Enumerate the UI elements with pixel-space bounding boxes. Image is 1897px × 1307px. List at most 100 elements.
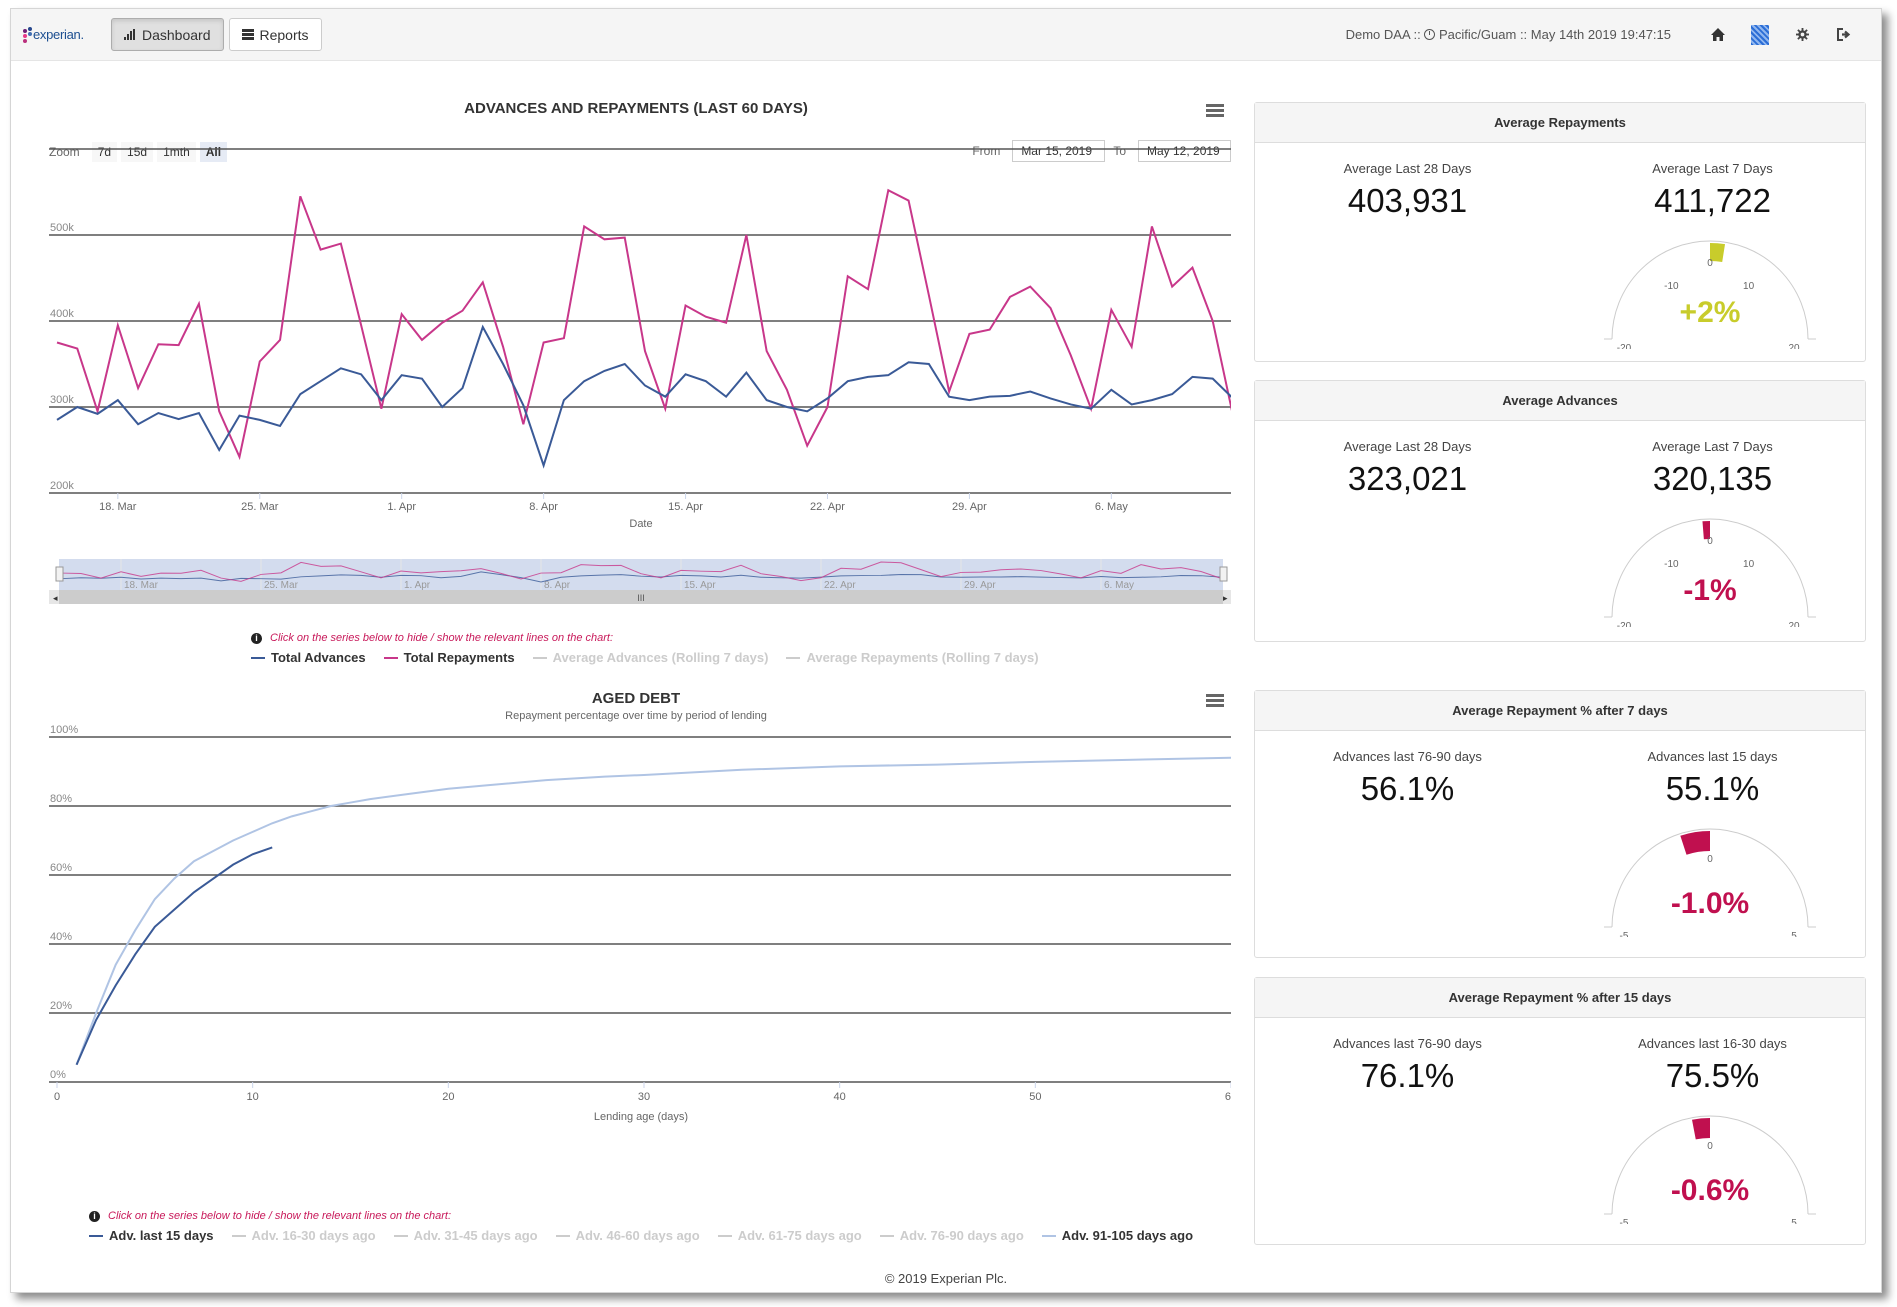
panel-average-advances: Average Advances Average Last 28 Days 323,… xyxy=(1254,380,1866,642)
legend-item[interactable]: Average Advances (Rolling 7 days) xyxy=(532,650,769,665)
stat-right-label: Average Last 7 Days xyxy=(1652,439,1773,454)
navigator-handle-right[interactable] xyxy=(1219,566,1228,582)
legend-item[interactable]: Adv. 16-30 days ago xyxy=(231,1228,376,1243)
stat-left: Average Last 28 Days 403,931 xyxy=(1255,161,1560,220)
y-tick-label: 100% xyxy=(50,724,78,736)
x-tick-label: 50 xyxy=(1029,1091,1041,1103)
home-icon[interactable] xyxy=(1709,26,1727,44)
legend-label: Average Repayments (Rolling 7 days) xyxy=(806,650,1039,665)
legend-swatch-icon xyxy=(1041,1234,1056,1237)
tab-reports[interactable]: Reports xyxy=(228,18,322,51)
x-tick-label: 20 xyxy=(442,1091,454,1103)
legend-item[interactable]: Average Repayments (Rolling 7 days) xyxy=(786,650,1039,665)
x-tick-label: 0 xyxy=(54,1091,60,1103)
gauge-tick-label: -10 xyxy=(1664,559,1679,570)
legend-item[interactable]: Adv. last 15 days xyxy=(89,1228,214,1243)
panel-repayment-after-15-days: Average Repayment % after 15 days Advance… xyxy=(1254,977,1866,1245)
account-name: Demo DAA :: xyxy=(1345,27,1421,42)
gauge-tick-label: 20 xyxy=(1788,621,1800,627)
change-gauge: -20 -10 0 10 20 -1% xyxy=(1604,518,1816,627)
panel-title: Average Repayment % after 15 days xyxy=(1255,978,1865,1018)
stat-left-label: Advances last 76-90 days xyxy=(1333,749,1482,764)
legend-swatch-icon xyxy=(383,656,398,659)
y-tick-label: 40% xyxy=(50,931,72,943)
stat-left-value: 56.1% xyxy=(1360,770,1455,807)
advances-legend-hint: i Click on the series below to hide / sh… xyxy=(251,632,613,644)
legend-item[interactable]: Adv. 76-90 days ago xyxy=(879,1228,1024,1243)
scrollbar-grip-icon: III xyxy=(637,593,645,603)
stat-right: Average Last 7 Days 320,135 xyxy=(1560,439,1865,498)
advances-legend: Total Advances Total Repayments Average Ad… xyxy=(251,650,1057,665)
stat-right: Advances last 16-30 days 75.5% xyxy=(1560,1036,1865,1095)
tab-dashboard[interactable]: Dashboard xyxy=(111,18,224,51)
panel-body: Average Last 28 Days 403,931 Average Last … xyxy=(1255,143,1865,401)
change-gauge: -20 -10 0 10 20 +2% xyxy=(1604,240,1816,349)
clock-icon xyxy=(1424,29,1436,40)
bar-chart-icon xyxy=(124,29,135,40)
legend-label: Total Repayments xyxy=(403,650,515,665)
footer-copyright: © 2019 Experian Plc. xyxy=(884,1271,1008,1286)
gauge-tick-label: 20 xyxy=(1788,343,1800,349)
navbar: experian. Dashboard Reports Demo DAA :: … xyxy=(11,9,1881,61)
scroll-left-arrow-icon[interactable]: ◂ xyxy=(53,593,58,603)
navigator-tick-label: 18. Mar xyxy=(124,580,159,591)
series-line-total-repayments[interactable] xyxy=(56,188,1231,461)
x-tick-label: 18. Mar xyxy=(99,501,137,513)
sign-out-icon[interactable] xyxy=(1835,26,1853,44)
gauge-tick-label: 5 xyxy=(1791,1218,1797,1224)
series-line-adv-last-15-days[interactable] xyxy=(75,846,273,1066)
stat-right-value: 320,135 xyxy=(1652,460,1773,497)
legend-item[interactable]: Adv. 46-60 days ago xyxy=(555,1228,700,1243)
legend-swatch-icon xyxy=(89,1234,103,1237)
panel-repayment-after-7-days: Average Repayment % after 7 days Advances… xyxy=(1254,690,1866,958)
legend-item[interactable]: Adv. 31-45 days ago xyxy=(393,1228,538,1243)
legend-swatch-icon xyxy=(393,1234,408,1237)
legend-item[interactable]: Adv. 91-105 days ago xyxy=(1041,1228,1193,1243)
experian-logo[interactable]: experian. xyxy=(23,26,103,43)
gauge-tick-label: -20 xyxy=(1617,343,1632,349)
scroll-right-arrow-icon[interactable]: ▸ xyxy=(1223,593,1228,603)
x-tick-label: 6. May xyxy=(1095,501,1129,513)
stat-left-value: 403,931 xyxy=(1347,182,1468,219)
navigator-tick-label: 1. Apr xyxy=(404,580,431,591)
change-gauge: -5 0 5 -1.0% xyxy=(1604,828,1816,937)
gear-icon[interactable] xyxy=(1793,26,1811,44)
stat-left-value: 76.1% xyxy=(1360,1057,1455,1094)
navigator-selection[interactable] xyxy=(59,559,1223,590)
stat-left-label: Average Last 28 Days xyxy=(1343,161,1472,176)
info-icon: i xyxy=(89,1210,100,1222)
x-tick-label: 25. Mar xyxy=(241,501,279,513)
legend-swatch-icon xyxy=(786,656,801,659)
stat-left: Advances last 76-90 days 56.1% xyxy=(1255,749,1560,808)
legend-item[interactable]: Adv. 61-75 days ago xyxy=(717,1228,862,1243)
legend-swatch-icon xyxy=(231,1234,246,1237)
legend-swatch-icon xyxy=(555,1234,570,1237)
legend-label: Average Advances (Rolling 7 days) xyxy=(552,650,769,665)
user-avatar-icon[interactable] xyxy=(1751,24,1769,45)
legend-label: Adv. 16-30 days ago xyxy=(251,1228,376,1243)
legend-item[interactable]: Total Advances xyxy=(251,650,366,665)
navigator-handle-left[interactable] xyxy=(55,566,64,582)
info-icon: i xyxy=(251,632,262,644)
x-tick-label: 15. Apr xyxy=(668,501,703,513)
aged-debt-plot: 0% 20% 40% 60% 80% 100% 0 10 20 30 40 50 60 Lending a… xyxy=(49,724,1231,1123)
legend-item[interactable]: Total Repayments xyxy=(383,650,515,665)
navigator-tick-label: 22. Apr xyxy=(824,580,856,591)
gauge-tick-label: -10 xyxy=(1664,281,1679,292)
legend-swatch-icon xyxy=(532,656,547,659)
navigator-tick-label: 15. Apr xyxy=(684,580,716,591)
panel-average-repayments: Average Repayments Average Last 28 Days 40… xyxy=(1254,102,1866,362)
stat-left: Average Last 28 Days 323,021 xyxy=(1255,439,1560,498)
legend-label: Adv. 61-75 days ago xyxy=(737,1228,862,1243)
x-tick-label: 29. Apr xyxy=(952,501,987,513)
gauge-value-band xyxy=(1680,831,1710,855)
x-tick-label: 1. Apr xyxy=(387,501,416,513)
logo-dots-icon xyxy=(23,26,33,43)
series-line-adv-91-105-days-ago[interactable] xyxy=(75,756,1231,1066)
legend-swatch-icon xyxy=(251,656,265,659)
gauge-tick-label: 0 xyxy=(1707,536,1713,547)
stat-right-label: Advances last 16-30 days xyxy=(1638,1036,1787,1051)
gauge-value-label: -1.0% xyxy=(1671,887,1749,920)
gauge-tick-label: 0 xyxy=(1707,1141,1713,1152)
stat-right-label: Average Last 7 Days xyxy=(1652,161,1773,176)
